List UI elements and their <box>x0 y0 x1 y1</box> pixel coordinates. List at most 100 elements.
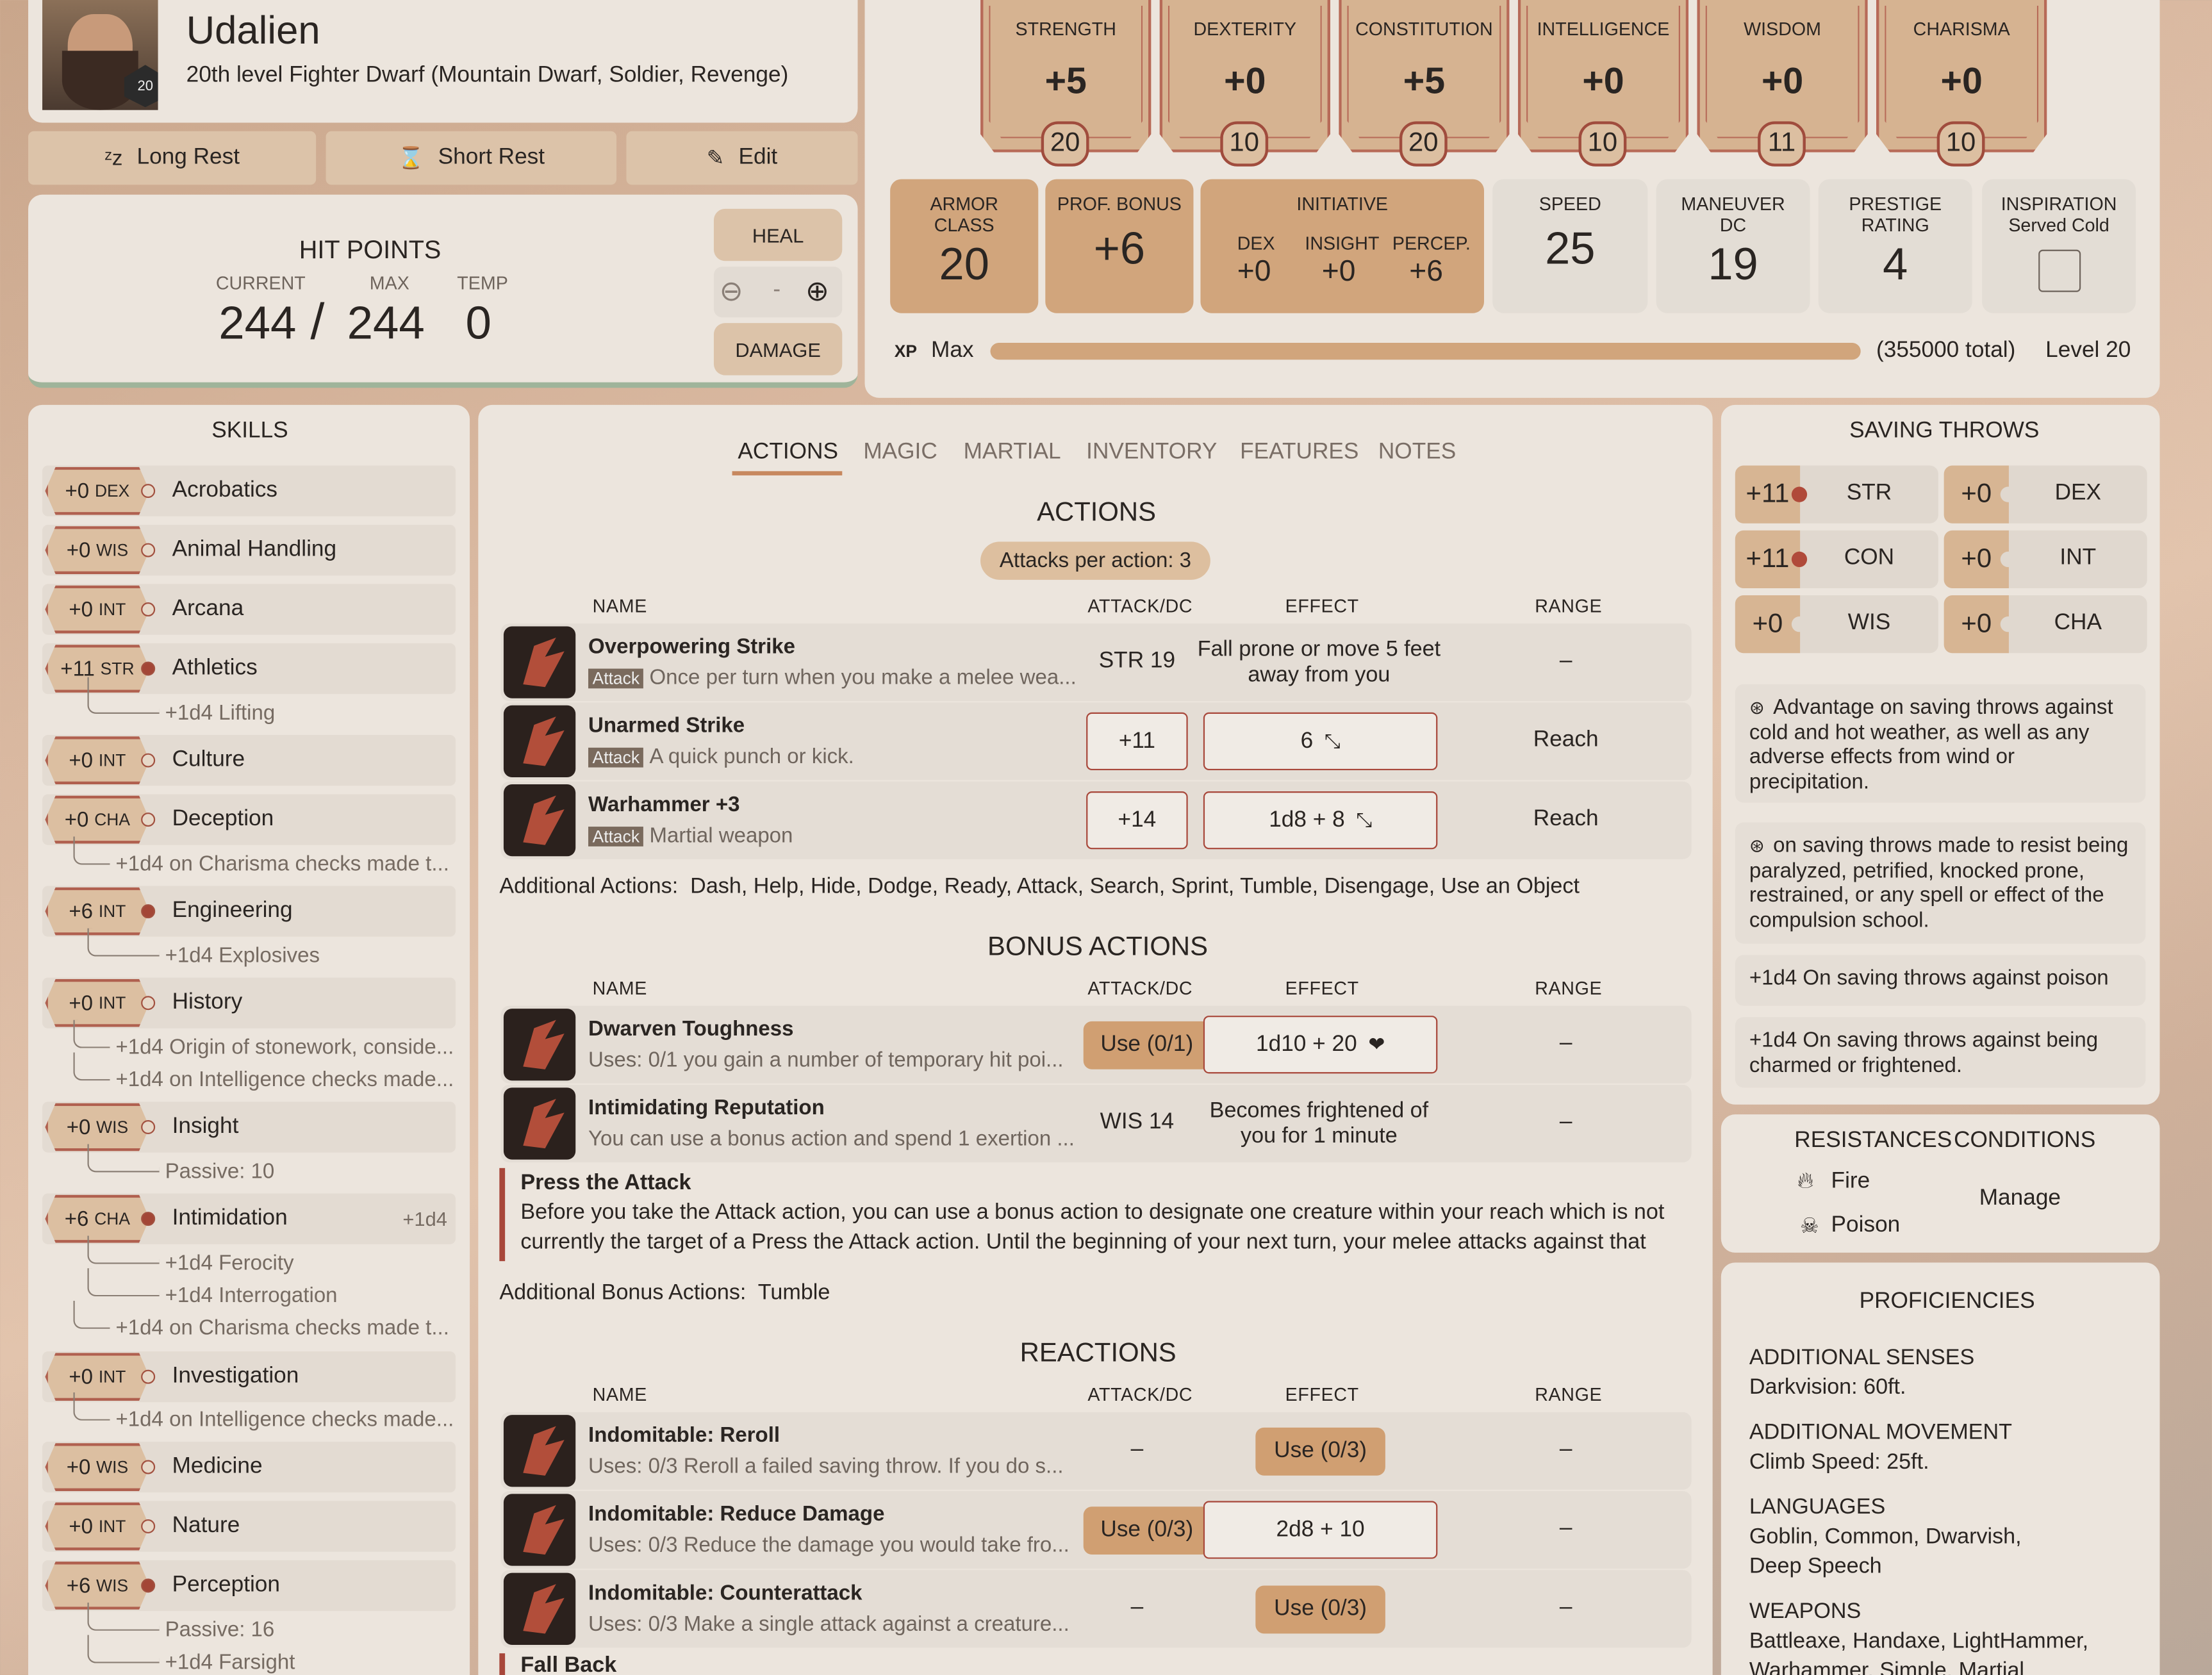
action-row[interactable]: Indomitable: Reroll Uses: 0/3 Reroll a fa… <box>500 1412 1692 1490</box>
long-rest-button[interactable]: ᶻz Long Rest <box>28 131 317 185</box>
action-row[interactable]: Dwarven Toughness Uses: 0/1 you gain a nu… <box>500 1005 1692 1084</box>
proficiencies-title: PROFICIENCIES <box>1859 1289 2035 1314</box>
proficiency-dot <box>141 904 156 919</box>
reactions-col-range: RANGE <box>1535 1383 1603 1405</box>
poison-icon: ☠ <box>1800 1214 1819 1239</box>
save-str[interactable]: +11 STR <box>1735 465 1938 524</box>
reactions-col-attack: ATTACK/DC <box>1087 1383 1193 1405</box>
fist-icon <box>503 705 576 778</box>
skill-bonus-note: +1d4 on Charisma checks made t... <box>115 1316 449 1341</box>
attack-roll-button[interactable]: +11 <box>1086 712 1188 771</box>
tab-actions[interactable]: ACTIONS <box>738 440 838 466</box>
initiative[interactable]: INITIATIVE DEX +0 INSIGHT +0 PERCEP. +6 <box>1200 179 1484 313</box>
action-row[interactable]: Unarmed Strike Attack A quick punch or kic… <box>500 702 1692 780</box>
skill-culture[interactable]: +0 INT Culture <box>42 734 456 786</box>
proficiency-dot <box>141 753 156 768</box>
skill-modifier: +0 INT <box>45 736 150 785</box>
skill-medicine[interactable]: +0 WIS Medicine <box>42 1441 456 1493</box>
attack-roll-button[interactable]: +14 <box>1086 791 1188 850</box>
avatar[interactable]: 20 <box>42 0 158 110</box>
use-button[interactable]: Use (0/3) <box>1255 1427 1385 1476</box>
heart-icon: ❤ <box>1368 1032 1385 1055</box>
save-note: ⊛ Advantage on saving throws against cold… <box>1735 684 2146 803</box>
action-row[interactable]: Indomitable: Counterattack Uses: 0/3 Make… <box>500 1570 1692 1648</box>
reactions-col-effect: EFFECT <box>1285 1383 1359 1405</box>
hp-temp[interactable]: 0 <box>465 296 491 350</box>
xp-bar <box>990 342 1861 360</box>
resistances-title: RESISTANCES <box>1794 1128 1952 1153</box>
connector-line <box>73 1019 110 1048</box>
edit-button[interactable]: ✎ Edit <box>626 131 858 185</box>
damage-roll-button[interactable]: 1d10 + 20 ❤ <box>1203 1016 1438 1074</box>
bonus-actions-title: BONUS ACTIONS <box>987 932 1209 962</box>
tab-martial[interactable]: MARTIAL <box>964 440 1061 466</box>
save-wis[interactable]: +0 WIS <box>1735 595 1938 654</box>
save-con[interactable]: +11 CON <box>1735 530 1938 589</box>
proficiency-dot <box>141 1578 156 1593</box>
range: Reach <box>1533 807 1599 831</box>
action-row[interactable]: Warhammer +3 Attack Martial weapon +14 1d8 +… <box>500 781 1692 859</box>
use-button[interactable]: Use (0/3) <box>1255 1585 1385 1634</box>
skill-modifier: +0 WIS <box>45 1443 150 1491</box>
tab-underline <box>732 471 843 475</box>
bonus-col-attack: ATTACK/DC <box>1087 977 1193 999</box>
press-text: Before you take the Attack action, you c… <box>520 1200 1665 1255</box>
shield-icon <box>503 1009 576 1081</box>
resist-fire: Fire <box>1831 1169 1870 1194</box>
connector-line <box>73 1300 110 1329</box>
tab-magic[interactable]: MAGIC <box>863 440 937 466</box>
save-int[interactable]: +0 INT <box>1944 530 2147 589</box>
attack-dc: WIS 14 <box>1100 1110 1175 1135</box>
damage-roll-button[interactable]: 1d8 + 8 ⤡ <box>1203 791 1438 850</box>
skill-arcana[interactable]: +0 INT Arcana <box>42 584 456 635</box>
ability-score: 10 <box>1578 121 1627 167</box>
action-row[interactable]: Intimidating Reputation You can use a bon… <box>500 1084 1692 1163</box>
skill-acrobatics[interactable]: +0 DEX Acrobatics <box>42 465 456 516</box>
action-row[interactable]: Indomitable: Reduce Damage Uses: 0/3 Redu… <box>500 1490 1692 1569</box>
sleep-icon: ᶻz <box>104 145 123 170</box>
effect-text: Fall prone or move 5 feet away from you <box>1197 638 1441 688</box>
minus-icon[interactable]: ⊖ <box>720 274 743 309</box>
hp-max-label: MAX <box>369 272 409 293</box>
action-row[interactable]: Overpowering Strike Attack Once per turn w… <box>500 623 1692 702</box>
skill-nature[interactable]: +0 INT Nature <box>42 1501 456 1552</box>
prestige-rating: PRESTIGE RATING 4 <box>1818 179 1972 313</box>
effect-text: Becomes frightened of you for 1 minute <box>1209 1098 1429 1149</box>
press-the-attack: Press the Attack Before you take the Att… <box>499 1168 1670 1262</box>
proficiency-dot <box>141 602 156 617</box>
range: – <box>1559 1031 1572 1055</box>
use-button[interactable]: Use (0/3) <box>1083 1506 1210 1555</box>
plus-icon[interactable]: ⊕ <box>805 274 829 309</box>
tab-features[interactable]: FEATURES <box>1240 440 1358 466</box>
hp-adjust-input[interactable]: - <box>773 278 780 304</box>
actions-col-attack: ATTACK/DC <box>1087 595 1193 617</box>
tab-inventory[interactable]: INVENTORY <box>1086 440 1217 466</box>
inspiration-checkbox[interactable] <box>2038 249 2081 292</box>
damage-button[interactable]: DAMAGE <box>713 323 843 375</box>
hp-max: 244 <box>347 296 425 349</box>
manage-conditions-button[interactable]: Manage <box>1979 1186 2061 1212</box>
use-button[interactable]: Use (0/1) <box>1083 1021 1210 1069</box>
armor-class[interactable]: ARMOR CLASS 20 <box>890 179 1039 313</box>
skill-animal-handling[interactable]: +0 WIS Animal Handling <box>42 524 456 576</box>
saving-throws-title: SAVING THROWS <box>1849 418 2040 443</box>
damage-roll-button[interactable]: 6 ⤡ <box>1203 712 1438 771</box>
damage-roll-button[interactable]: 2d8 + 10 <box>1203 1501 1438 1559</box>
proficiency-dot <box>141 1212 156 1226</box>
actions-title: ACTIONS <box>1037 498 1157 528</box>
save-cha[interactable]: +0 CHA <box>1944 595 2147 654</box>
xp-max: Max <box>930 338 974 363</box>
save-dex[interactable]: +0 DEX <box>1944 465 2147 524</box>
warhammer-icon <box>503 784 576 857</box>
proficiency-dot <box>141 484 156 499</box>
skill-modifier: +0 DEX <box>45 466 150 515</box>
heal-button[interactable]: HEAL <box>713 208 843 261</box>
hp-current[interactable]: 244 <box>219 296 296 350</box>
character-subtitle: 20th level Fighter Dwarf (Mountain Dwarf… <box>186 63 789 88</box>
proficiency-dot <box>141 543 156 557</box>
short-rest-button[interactable]: ⌛ Short Rest <box>326 131 617 185</box>
tab-notes[interactable]: NOTES <box>1378 440 1456 466</box>
xp-level: Level 20 <box>2045 338 2131 363</box>
hourglass-icon: ⌛ <box>397 146 424 171</box>
skill-bonus-note: +1d4 Farsight <box>165 1650 295 1675</box>
